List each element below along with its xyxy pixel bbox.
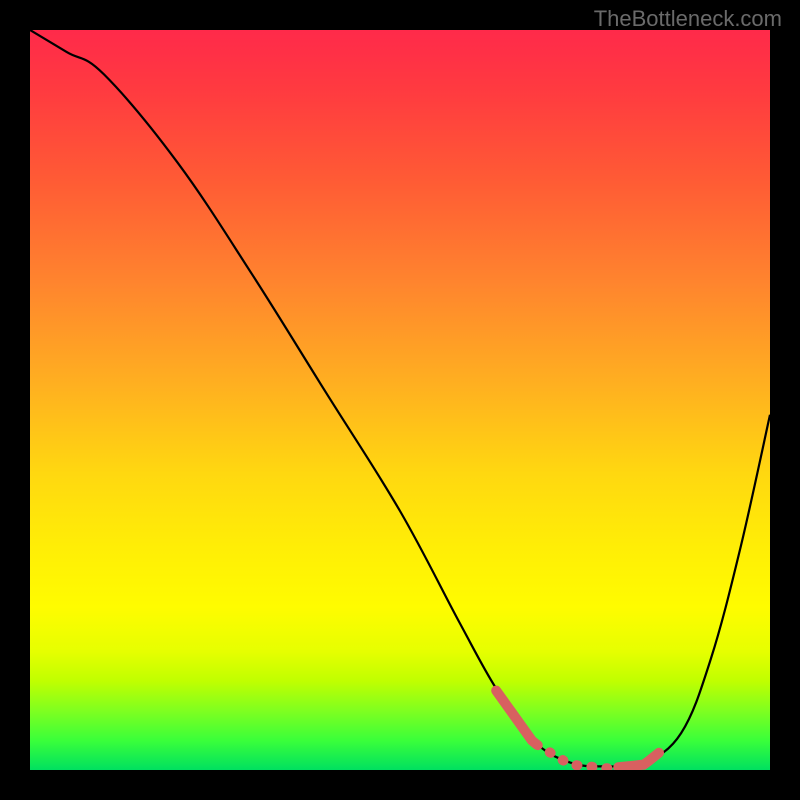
optimal-zone-marker-mid [537, 745, 618, 769]
optimal-zone-marker-left [496, 691, 537, 745]
bottleneck-curve-line [30, 30, 770, 767]
optimal-zone-marker-right [618, 753, 659, 767]
plot-area [30, 30, 770, 770]
watermark-text: TheBottleneck.com [594, 6, 782, 32]
chart-svg [30, 30, 770, 770]
chart-frame [0, 0, 800, 800]
